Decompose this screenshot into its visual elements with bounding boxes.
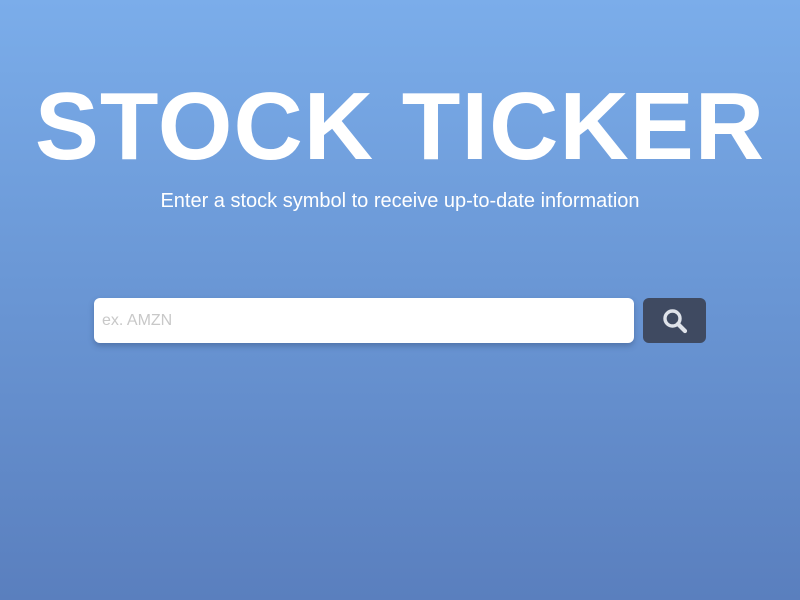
page-subtitle: Enter a stock symbol to receive up-to-da… <box>160 190 640 212</box>
page-title: STOCK TICKER <box>34 73 766 180</box>
search-button[interactable] <box>643 298 706 343</box>
search-form <box>94 298 706 343</box>
search-icon <box>661 307 689 335</box>
search-input[interactable] <box>94 298 634 343</box>
page: STOCK TICKER Enter a stock symbol to rec… <box>0 0 800 600</box>
